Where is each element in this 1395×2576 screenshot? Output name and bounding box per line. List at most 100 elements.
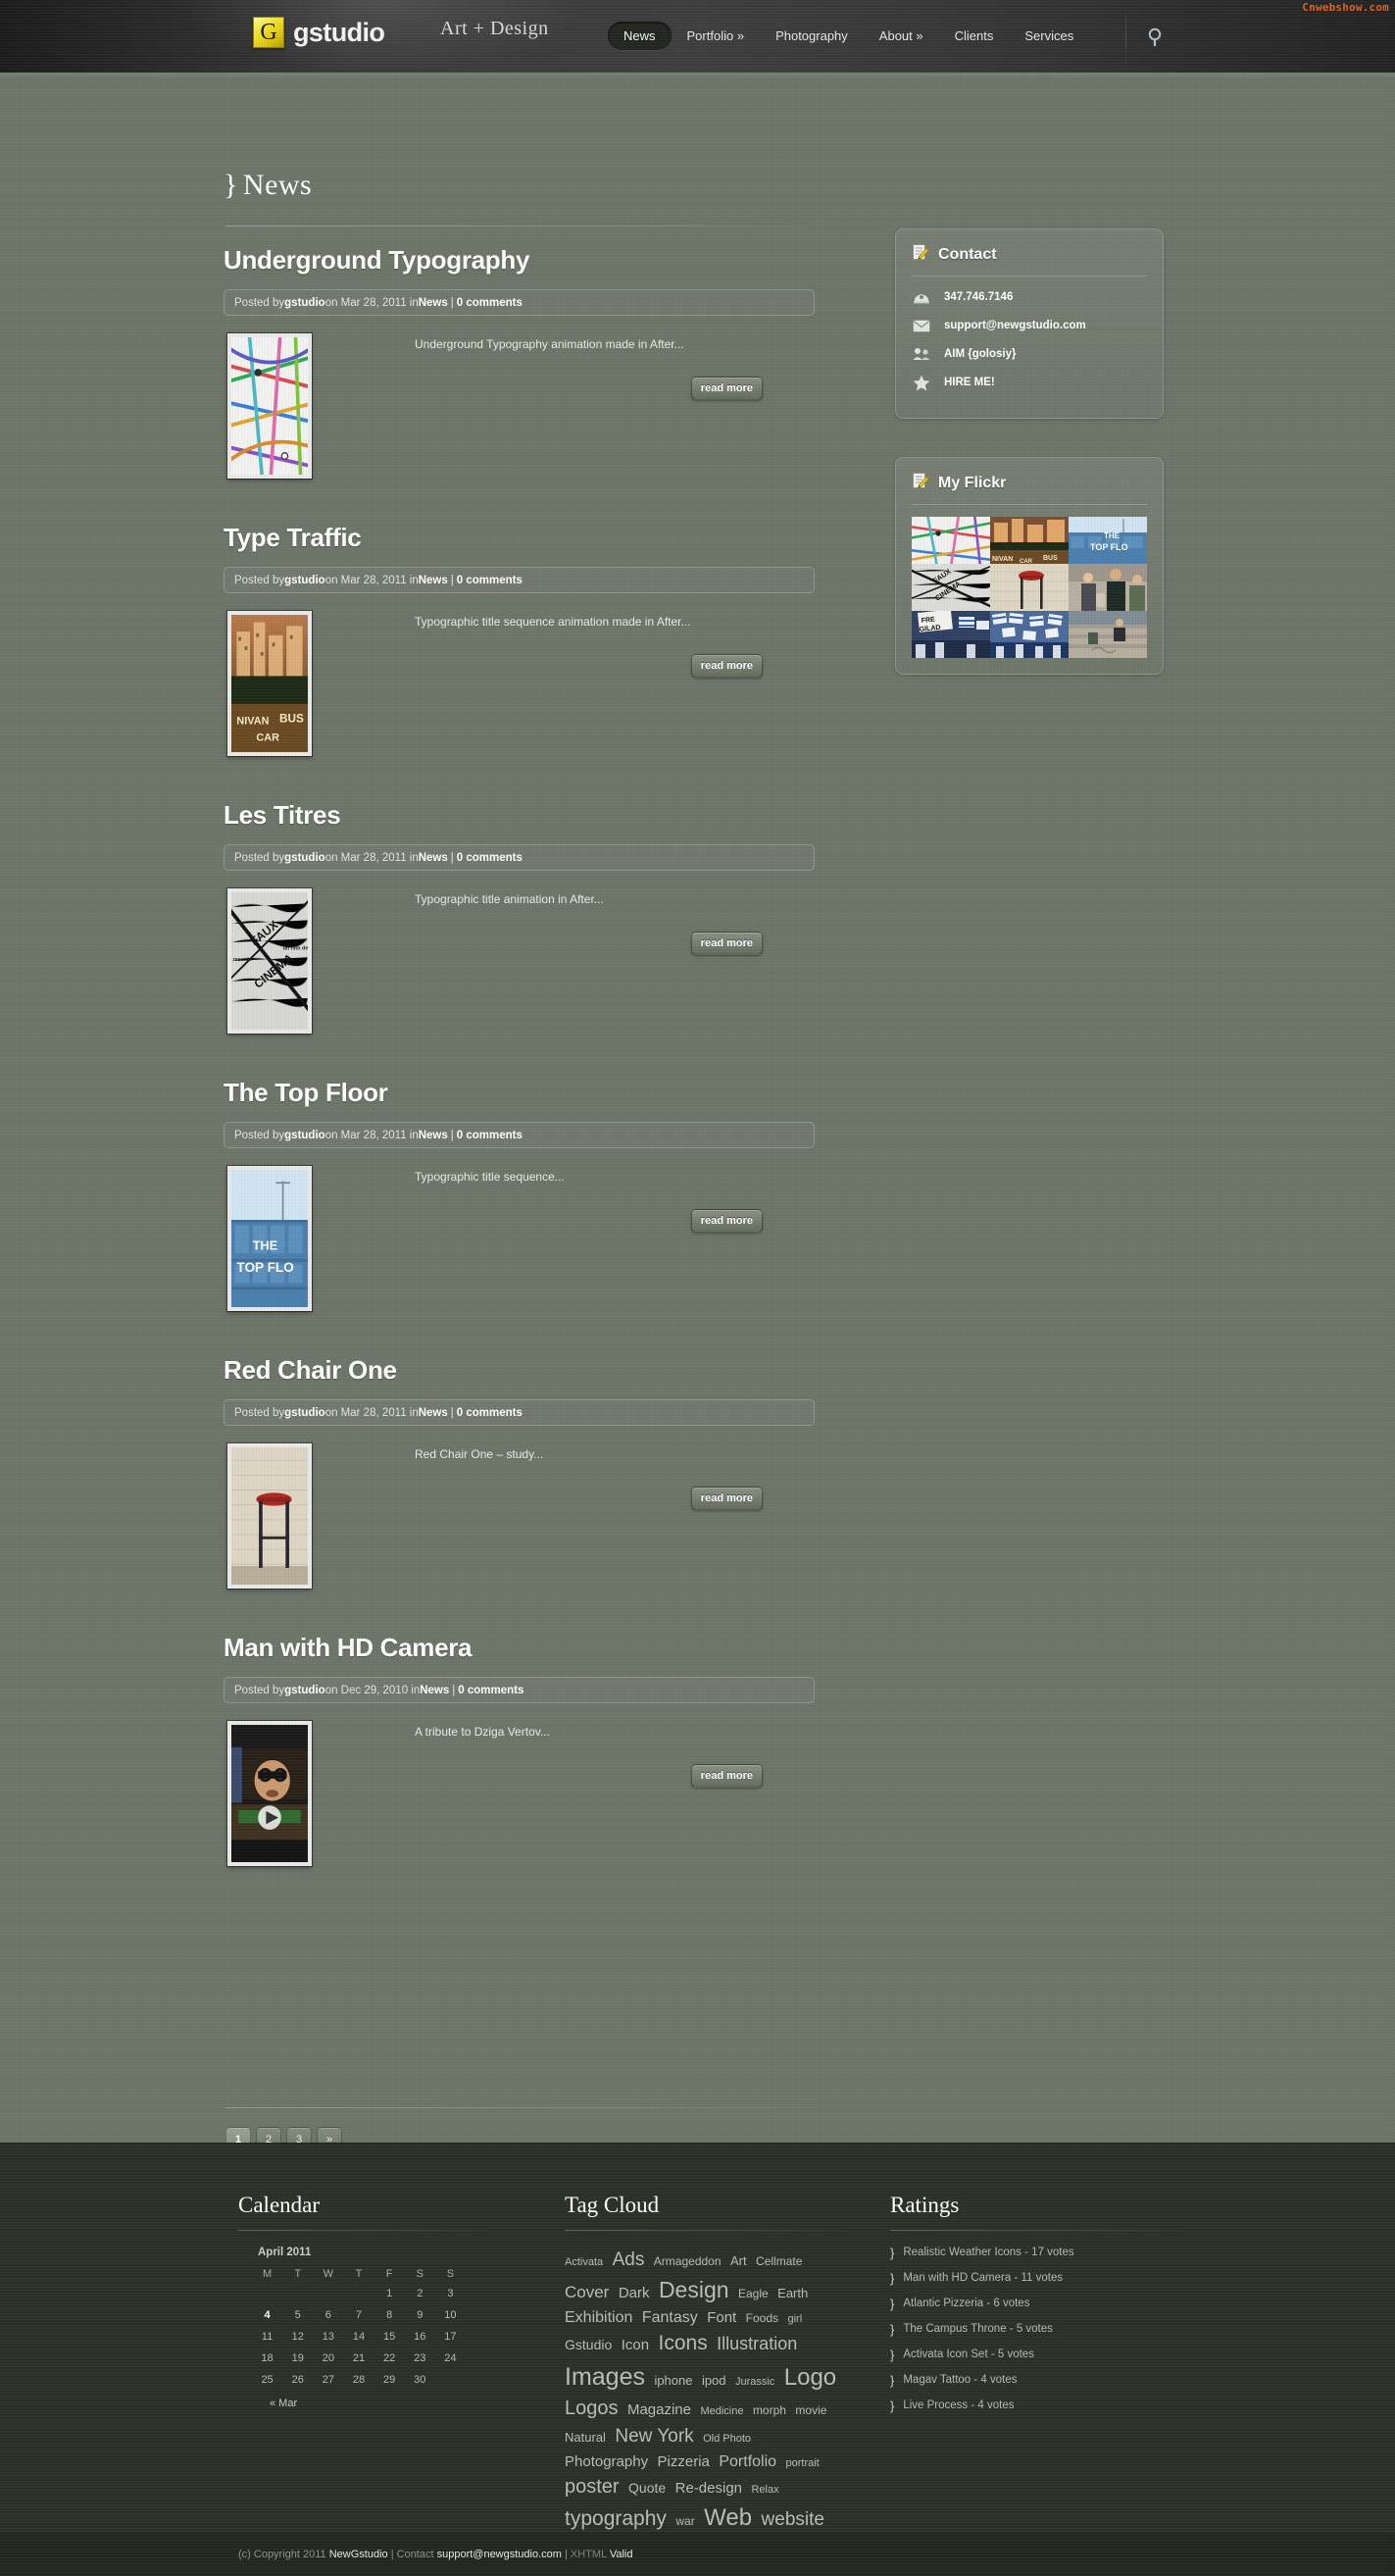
read-more-button[interactable]: read more	[690, 377, 763, 400]
tag-link[interactable]: Dark	[619, 2285, 650, 2301]
calendar-day[interactable]: 18	[252, 2348, 282, 2369]
rating-item[interactable]: } Activata Icon Set - 5 votes	[890, 2349, 1184, 2361]
post-thumbnail[interactable]: NIVAN BUS CAR	[226, 610, 313, 757]
tag-link[interactable]: New York	[615, 2426, 693, 2447]
search-icon[interactable]	[1145, 25, 1169, 49]
red-chair-photo[interactable]	[990, 564, 1069, 611]
tag-link[interactable]: Magazine	[627, 2401, 691, 2418]
tag-link[interactable]: Illustration	[717, 2334, 797, 2353]
calendar-day[interactable]: 2	[405, 2283, 435, 2304]
calendar-day[interactable]: 1	[374, 2283, 405, 2304]
tag-link[interactable]: Icon	[622, 2337, 649, 2353]
calendar-day[interactable]: 14	[343, 2326, 374, 2348]
tag-link[interactable]: Web	[704, 2504, 752, 2531]
read-more-button[interactable]: read more	[690, 932, 763, 955]
street-people-photo[interactable]	[1069, 564, 1147, 611]
post-comments[interactable]: 0 comments	[457, 575, 523, 586]
flags-crowd-photo[interactable]	[990, 611, 1069, 658]
tag-link[interactable]: Art	[730, 2253, 747, 2268]
tag-link[interactable]: website	[762, 2509, 824, 2530]
calendar-day[interactable]: 23	[405, 2348, 435, 2369]
calendar-day[interactable]: 3	[435, 2283, 466, 2304]
site-logo[interactable]: G gstudio	[253, 17, 385, 48]
tag-link[interactable]: Fantasy	[642, 2309, 698, 2326]
post-title[interactable]: Type Traffic	[224, 523, 841, 553]
tag-link[interactable]: Design	[659, 2277, 729, 2302]
post-author[interactable]: gstudio	[284, 297, 325, 309]
calendar-day[interactable]: 22	[374, 2348, 405, 2369]
tag-link[interactable]: Logo	[784, 2364, 836, 2391]
calendar-day[interactable]: 11	[252, 2326, 282, 2348]
contact-value[interactable]: HIRE ME!	[944, 377, 995, 388]
post-thumbnail[interactable]: THE TOP FLO	[226, 1165, 313, 1312]
calendar-prev-link[interactable]: « Mar	[270, 2398, 488, 2409]
calendar-day[interactable]: 15	[374, 2326, 405, 2348]
post-author[interactable]: gstudio	[284, 1130, 325, 1141]
rating-item[interactable]: } Man with HD Camera - 11 votes	[890, 2272, 1184, 2285]
post-category[interactable]: News	[419, 1407, 448, 1419]
tag-link[interactable]: Medicine	[700, 2405, 743, 2417]
read-more-button[interactable]: read more	[690, 1764, 763, 1788]
post-title[interactable]: The Top Floor	[224, 1078, 841, 1108]
calendar-day[interactable]: 24	[435, 2348, 466, 2369]
tag-link[interactable]: Re-design	[675, 2480, 742, 2497]
post-author[interactable]: gstudio	[284, 1407, 325, 1419]
tag-link[interactable]: Jurassic	[735, 2376, 774, 2388]
tag-link[interactable]: Old Photo	[703, 2433, 751, 2445]
tag-link[interactable]: Cover	[565, 2283, 609, 2301]
tag-link[interactable]: Images	[565, 2363, 645, 2391]
tag-link[interactable]: Earth	[777, 2286, 808, 2300]
tag-link[interactable]: Natural	[565, 2430, 606, 2445]
subway-map-photo[interactable]	[912, 517, 990, 564]
top-floor-photo[interactable]: THE TOP FLO	[1069, 517, 1147, 564]
calendar-day[interactable]: 16	[405, 2326, 435, 2348]
calendar-day[interactable]: 28	[343, 2369, 374, 2391]
post-thumbnail[interactable]	[226, 1720, 313, 1867]
post-thumbnail[interactable]	[226, 1442, 313, 1590]
tag-link[interactable]: ipod	[702, 2373, 726, 2388]
post-thumbnail[interactable]: FAUX CINEMA resente un film de	[226, 887, 313, 1035]
calendar-day[interactable]: 20	[313, 2348, 343, 2369]
calendar-day[interactable]: 13	[313, 2326, 343, 2348]
calendar-day[interactable]: 9	[405, 2304, 435, 2326]
nav-item-photography[interactable]: Photography	[760, 22, 864, 50]
post-thumbnail[interactable]	[226, 332, 313, 480]
tag-link[interactable]: Activata	[565, 2256, 603, 2268]
tag-link[interactable]: Font	[707, 2309, 736, 2326]
calendar-day[interactable]: 21	[343, 2348, 374, 2369]
tag-link[interactable]: Foods	[746, 2311, 778, 2325]
calendar-day[interactable]: 8	[374, 2304, 405, 2326]
post-title[interactable]: Underground Typography	[224, 245, 841, 276]
calendar-day[interactable]: 6	[313, 2304, 343, 2326]
tag-link[interactable]: iphone	[654, 2373, 692, 2388]
post-comments[interactable]: 0 comments	[458, 1685, 523, 1696]
tag-link[interactable]: portrait	[786, 2457, 820, 2469]
calendar-day[interactable]: 25	[252, 2369, 282, 2391]
calendar-day[interactable]: 12	[282, 2326, 313, 2348]
faux-cinema-photo[interactable]: FAUX CINEMA	[912, 564, 990, 611]
calendar-day[interactable]: 4	[252, 2304, 282, 2326]
post-comments[interactable]: 0 comments	[457, 297, 523, 309]
post-comments[interactable]: 0 comments	[457, 1130, 523, 1141]
read-more-button[interactable]: read more	[690, 654, 763, 678]
tag-link[interactable]: Gstudio	[565, 2337, 612, 2352]
tag-link[interactable]: Icons	[659, 2332, 708, 2354]
post-comments[interactable]: 0 comments	[457, 1407, 523, 1419]
post-category[interactable]: News	[419, 297, 448, 309]
tag-link[interactable]: Portfolio	[719, 2453, 776, 2470]
rating-item[interactable]: } Atlantic Pizzeria - 6 votes	[890, 2298, 1184, 2310]
nav-item-services[interactable]: Services	[1009, 22, 1089, 50]
post-title[interactable]: Man with HD Camera	[224, 1633, 841, 1663]
post-category[interactable]: News	[420, 1685, 449, 1696]
contact-value[interactable]: support@newgstudio.com	[944, 320, 1086, 331]
post-category[interactable]: News	[419, 575, 448, 586]
nav-item-news[interactable]: News	[608, 22, 672, 50]
post-category[interactable]: News	[419, 852, 448, 864]
tag-link[interactable]: Quote	[628, 2480, 666, 2496]
tag-link[interactable]: Armageddon	[654, 2254, 722, 2268]
post-author[interactable]: gstudio	[284, 1685, 325, 1696]
rating-item[interactable]: } Realistic Weather Icons - 17 votes	[890, 2247, 1184, 2259]
calendar-day[interactable]: 29	[374, 2369, 405, 2391]
tag-link[interactable]: poster	[565, 2476, 620, 2498]
calendar-day[interactable]: 27	[313, 2369, 343, 2391]
